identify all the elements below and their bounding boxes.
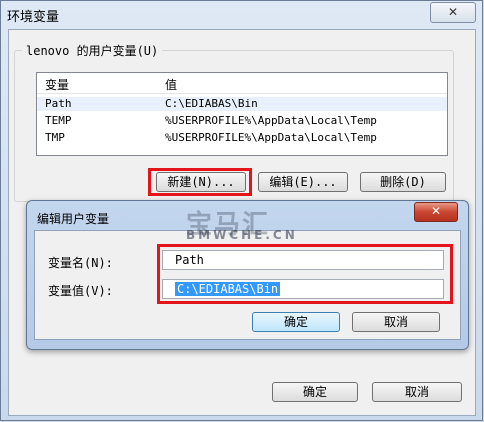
cancel-button[interactable]: 取消	[372, 382, 462, 402]
edit-ok-button[interactable]: 确定	[252, 312, 340, 332]
edit-cancel-button[interactable]: 取消	[352, 312, 440, 332]
var-value: %USERPROFILE%\AppData\Local\Temp	[165, 114, 377, 127]
ok-button[interactable]: 确定	[272, 382, 358, 402]
edit-dialog-title: 编辑用户变量	[37, 212, 110, 226]
edit-dialog-close-button[interactable]: ✕	[414, 202, 458, 222]
var-name: Path	[45, 97, 72, 110]
delete-button[interactable]: 删除(D)	[360, 172, 446, 192]
var-value: %USERPROFILE%\AppData\Local\Temp	[165, 131, 377, 144]
list-item[interactable]: TEMP %USERPROFILE%\AppData\Local\Temp	[37, 114, 447, 128]
var-name: TMP	[45, 131, 65, 144]
edit-button[interactable]: 编辑(E)...	[258, 172, 348, 192]
dialog-title: 环境变量	[7, 10, 60, 25]
variable-name-label: 变量名(N):	[48, 256, 113, 270]
column-header-variable[interactable]: 变量	[45, 76, 69, 93]
list-header: 变量 值	[37, 73, 447, 94]
list-item[interactable]: Path C:\EDIABAS\Bin	[37, 97, 447, 111]
user-vars-list[interactable]: 变量 值 Path C:\EDIABAS\Bin TEMP %USERPROFI…	[36, 72, 448, 156]
var-value: C:\EDIABAS\Bin	[165, 97, 258, 110]
var-name: TEMP	[45, 114, 72, 127]
close-button[interactable]: ✕	[430, 2, 476, 23]
fields-highlight	[157, 244, 453, 304]
column-header-value[interactable]: 值	[165, 76, 177, 93]
watermark-text: BMWCHE.CN	[186, 228, 298, 242]
list-item[interactable]: TMP %USERPROFILE%\AppData\Local\Temp	[37, 131, 447, 145]
variable-value-label: 变量值(V):	[48, 284, 113, 298]
new-button-highlight	[148, 168, 252, 196]
user-vars-group-label: lenovo 的用户变量(U)	[22, 42, 163, 59]
